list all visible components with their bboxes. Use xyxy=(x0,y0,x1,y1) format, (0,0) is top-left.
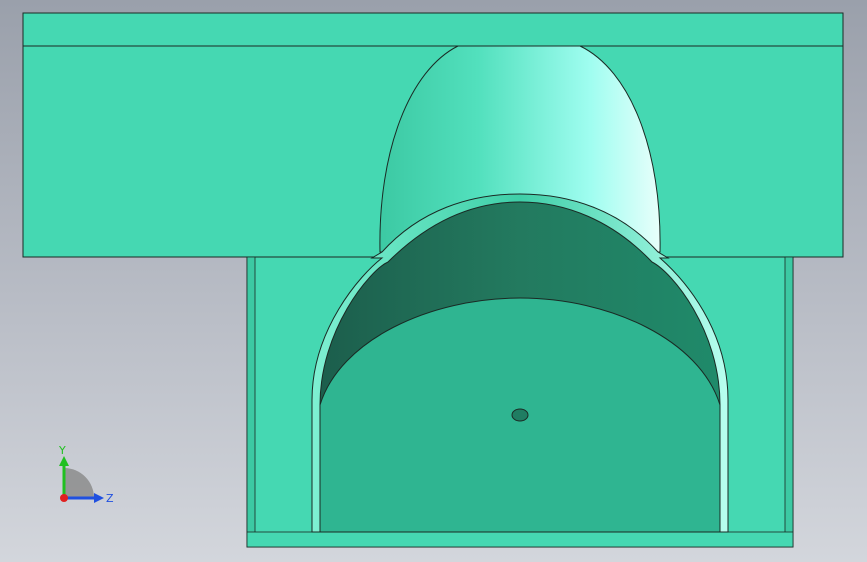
orientation-triad: Y Z xyxy=(58,444,114,505)
center-hole[interactable] xyxy=(511,408,529,422)
upper-plate-top-strip xyxy=(22,12,844,47)
z-axis-label: Z xyxy=(106,492,114,505)
lower-block-left-edge xyxy=(246,256,256,548)
triad-plane-quadrant xyxy=(64,468,94,498)
graphics-viewport[interactable] xyxy=(0,0,867,562)
y-axis-label: Y xyxy=(58,444,66,457)
lower-block-bottom-lip xyxy=(246,531,794,548)
y-axis-arrow xyxy=(59,456,69,466)
z-axis-arrow xyxy=(94,493,104,503)
lower-block-right-edge xyxy=(784,256,794,548)
x-axis-dot xyxy=(60,494,68,502)
